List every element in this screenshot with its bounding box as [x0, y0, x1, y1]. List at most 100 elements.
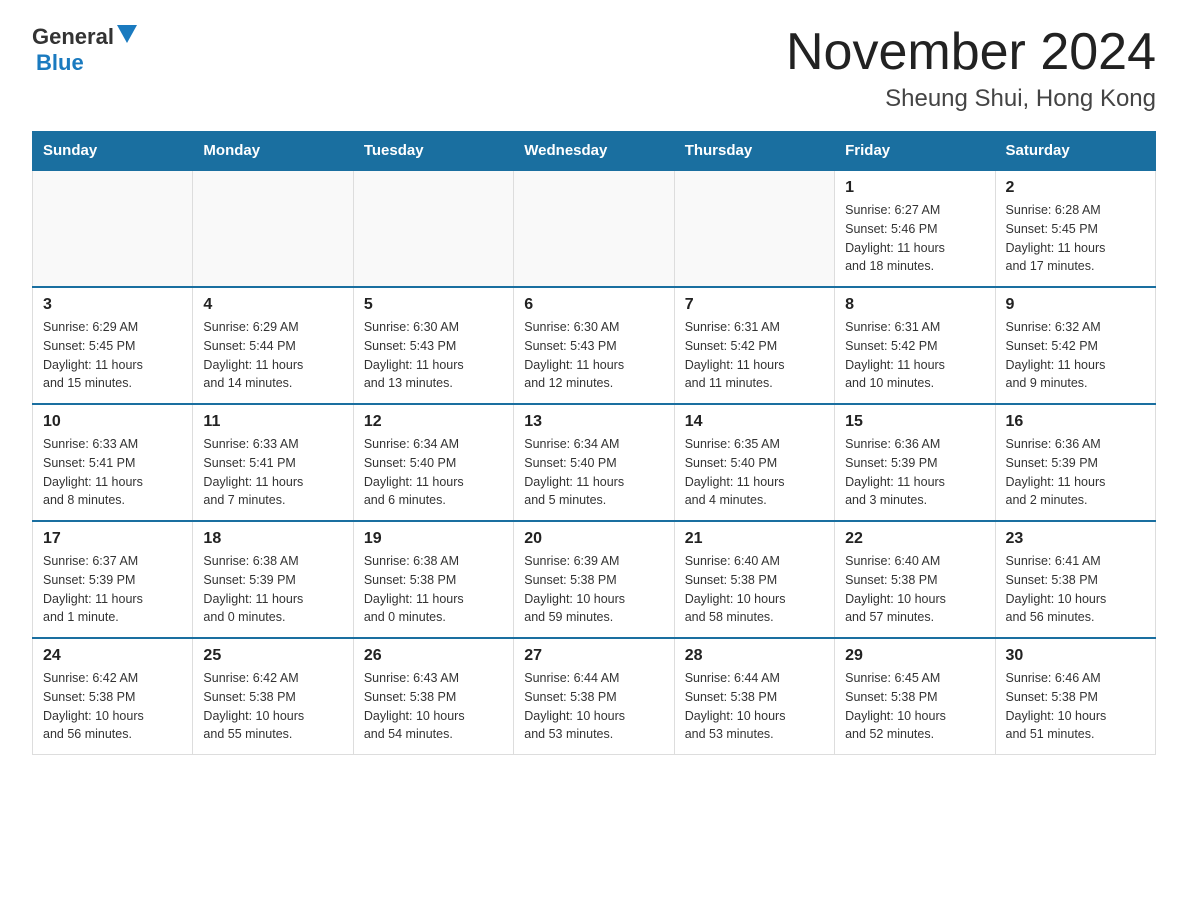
day-cell	[353, 170, 513, 287]
day-info: Sunrise: 6:36 AM Sunset: 5:39 PM Dayligh…	[845, 435, 984, 510]
day-cell: 28 Sunrise: 6:44 AM Sunset: 5:38 PM Dayli…	[674, 638, 834, 755]
day-info: Sunrise: 6:31 AM Sunset: 5:42 PM Dayligh…	[685, 318, 824, 393]
day-number: 14	[685, 413, 824, 431]
day-cell: 23 Sunrise: 6:41 AM Sunset: 5:38 PM Dayli…	[995, 521, 1155, 638]
day-cell: 12Sunrise: 6:34 AM Sunset: 5:40 PM Dayli…	[353, 404, 513, 521]
logo-blue-text: Blue	[36, 50, 84, 76]
day-info: Sunrise: 6:29 AM Sunset: 5:44 PM Dayligh…	[203, 318, 342, 393]
day-info: Sunrise: 6:44 AM Sunset: 5:38 PM Dayligh…	[524, 669, 663, 744]
day-number: 23	[1006, 530, 1145, 548]
day-cell: 27Sunrise: 6:44 AM Sunset: 5:38 PM Dayli…	[514, 638, 674, 755]
day-info: Sunrise: 6:45 AM Sunset: 5:38 PM Dayligh…	[845, 669, 984, 744]
day-info: Sunrise: 6:46 AM Sunset: 5:38 PM Dayligh…	[1006, 669, 1145, 744]
day-info: Sunrise: 6:29 AM Sunset: 5:45 PM Dayligh…	[43, 318, 182, 393]
logo-triangle-icon	[117, 25, 137, 43]
day-cell: 29 Sunrise: 6:45 AM Sunset: 5:38 PM Dayli…	[835, 638, 995, 755]
day-info: Sunrise: 6:36 AM Sunset: 5:39 PM Dayligh…	[1006, 435, 1145, 510]
day-info: Sunrise: 6:39 AM Sunset: 5:38 PM Dayligh…	[524, 552, 663, 627]
day-cell: 22 Sunrise: 6:40 AM Sunset: 5:38 PM Dayli…	[835, 521, 995, 638]
title-block: November 2024 Sheung Shui, Hong Kong	[786, 24, 1156, 113]
day-number: 7	[685, 296, 824, 314]
day-cell: 9Sunrise: 6:32 AM Sunset: 5:42 PM Daylig…	[995, 287, 1155, 404]
day-cell: 16 Sunrise: 6:36 AM Sunset: 5:39 PM Dayli…	[995, 404, 1155, 521]
day-header-tuesday: Tuesday	[353, 132, 513, 171]
week-row-2: 3Sunrise: 6:29 AM Sunset: 5:45 PM Daylig…	[33, 287, 1156, 404]
day-header-friday: Friday	[835, 132, 995, 171]
day-number: 29	[845, 647, 984, 665]
day-info: Sunrise: 6:35 AM Sunset: 5:40 PM Dayligh…	[685, 435, 824, 510]
day-number: 18	[203, 530, 342, 548]
day-cell: 2Sunrise: 6:28 AM Sunset: 5:45 PM Daylig…	[995, 170, 1155, 287]
day-info: Sunrise: 6:31 AM Sunset: 5:42 PM Dayligh…	[845, 318, 984, 393]
day-number: 20	[524, 530, 663, 548]
day-info: Sunrise: 6:27 AM Sunset: 5:46 PM Dayligh…	[845, 201, 984, 276]
day-info: Sunrise: 6:40 AM Sunset: 5:38 PM Dayligh…	[845, 552, 984, 627]
day-info: Sunrise: 6:34 AM Sunset: 5:40 PM Dayligh…	[524, 435, 663, 510]
logo: General Blue	[32, 24, 137, 76]
day-number: 19	[364, 530, 503, 548]
day-info: Sunrise: 6:30 AM Sunset: 5:43 PM Dayligh…	[364, 318, 503, 393]
header: General Blue November 2024 Sheung Shui, …	[32, 24, 1156, 113]
day-cell: 13 Sunrise: 6:34 AM Sunset: 5:40 PM Dayli…	[514, 404, 674, 521]
day-info: Sunrise: 6:43 AM Sunset: 5:38 PM Dayligh…	[364, 669, 503, 744]
day-cell: 11 Sunrise: 6:33 AM Sunset: 5:41 PM Dayli…	[193, 404, 353, 521]
day-info: Sunrise: 6:37 AM Sunset: 5:39 PM Dayligh…	[43, 552, 182, 627]
day-cell: 30 Sunrise: 6:46 AM Sunset: 5:38 PM Dayli…	[995, 638, 1155, 755]
day-info: Sunrise: 6:38 AM Sunset: 5:38 PM Dayligh…	[364, 552, 503, 627]
day-info: Sunrise: 6:33 AM Sunset: 5:41 PM Dayligh…	[43, 435, 182, 510]
day-number: 21	[685, 530, 824, 548]
day-number: 2	[1006, 179, 1145, 197]
day-cell: 19 Sunrise: 6:38 AM Sunset: 5:38 PM Dayli…	[353, 521, 513, 638]
day-cell: 4 Sunrise: 6:29 AM Sunset: 5:44 PM Daylig…	[193, 287, 353, 404]
page: General Blue November 2024 Sheung Shui, …	[0, 0, 1188, 787]
day-number: 24	[43, 647, 182, 665]
day-cell: 18 Sunrise: 6:38 AM Sunset: 5:39 PM Dayli…	[193, 521, 353, 638]
day-info: Sunrise: 6:32 AM Sunset: 5:42 PM Dayligh…	[1006, 318, 1145, 393]
day-cell: 14 Sunrise: 6:35 AM Sunset: 5:40 PM Dayli…	[674, 404, 834, 521]
day-header-sunday: Sunday	[33, 132, 193, 171]
logo-general-text: General	[32, 24, 114, 50]
day-cell: 20 Sunrise: 6:39 AM Sunset: 5:38 PM Dayli…	[514, 521, 674, 638]
day-info: Sunrise: 6:34 AM Sunset: 5:40 PM Dayligh…	[364, 435, 503, 510]
day-cell: 5Sunrise: 6:30 AM Sunset: 5:43 PM Daylig…	[353, 287, 513, 404]
day-cell: 24Sunrise: 6:42 AM Sunset: 5:38 PM Dayli…	[33, 638, 193, 755]
day-cell: 10 Sunrise: 6:33 AM Sunset: 5:41 PM Dayli…	[33, 404, 193, 521]
day-info: Sunrise: 6:44 AM Sunset: 5:38 PM Dayligh…	[685, 669, 824, 744]
day-info: Sunrise: 6:38 AM Sunset: 5:39 PM Dayligh…	[203, 552, 342, 627]
day-cell: 25Sunrise: 6:42 AM Sunset: 5:38 PM Dayli…	[193, 638, 353, 755]
week-row-4: 17 Sunrise: 6:37 AM Sunset: 5:39 PM Dayli…	[33, 521, 1156, 638]
day-cell: 17 Sunrise: 6:37 AM Sunset: 5:39 PM Dayli…	[33, 521, 193, 638]
calendar-title: November 2024	[786, 24, 1156, 81]
day-number: 8	[845, 296, 984, 314]
day-number: 13	[524, 413, 663, 431]
day-number: 4	[203, 296, 342, 314]
week-row-5: 24Sunrise: 6:42 AM Sunset: 5:38 PM Dayli…	[33, 638, 1156, 755]
day-cell: 6Sunrise: 6:30 AM Sunset: 5:43 PM Daylig…	[514, 287, 674, 404]
day-number: 16	[1006, 413, 1145, 431]
day-number: 11	[203, 413, 342, 431]
day-number: 1	[845, 179, 984, 197]
day-number: 30	[1006, 647, 1145, 665]
day-header-wednesday: Wednesday	[514, 132, 674, 171]
day-number: 28	[685, 647, 824, 665]
calendar-table: SundayMondayTuesdayWednesdayThursdayFrid…	[32, 131, 1156, 755]
day-cell: 21 Sunrise: 6:40 AM Sunset: 5:38 PM Dayli…	[674, 521, 834, 638]
day-cell: 1 Sunrise: 6:27 AM Sunset: 5:46 PM Daylig…	[835, 170, 995, 287]
day-info: Sunrise: 6:40 AM Sunset: 5:38 PM Dayligh…	[685, 552, 824, 627]
day-cell: 15 Sunrise: 6:36 AM Sunset: 5:39 PM Dayli…	[835, 404, 995, 521]
calendar-subtitle: Sheung Shui, Hong Kong	[786, 85, 1156, 113]
day-cell: 26 Sunrise: 6:43 AM Sunset: 5:38 PM Dayli…	[353, 638, 513, 755]
day-number: 22	[845, 530, 984, 548]
day-number: 17	[43, 530, 182, 548]
day-cell: 8 Sunrise: 6:31 AM Sunset: 5:42 PM Daylig…	[835, 287, 995, 404]
day-info: Sunrise: 6:33 AM Sunset: 5:41 PM Dayligh…	[203, 435, 342, 510]
day-info: Sunrise: 6:41 AM Sunset: 5:38 PM Dayligh…	[1006, 552, 1145, 627]
week-row-3: 10 Sunrise: 6:33 AM Sunset: 5:41 PM Dayli…	[33, 404, 1156, 521]
day-cell	[674, 170, 834, 287]
day-number: 15	[845, 413, 984, 431]
day-number: 26	[364, 647, 503, 665]
day-number: 10	[43, 413, 182, 431]
day-cell	[33, 170, 193, 287]
day-cell: 7 Sunrise: 6:31 AM Sunset: 5:42 PM Daylig…	[674, 287, 834, 404]
day-info: Sunrise: 6:30 AM Sunset: 5:43 PM Dayligh…	[524, 318, 663, 393]
